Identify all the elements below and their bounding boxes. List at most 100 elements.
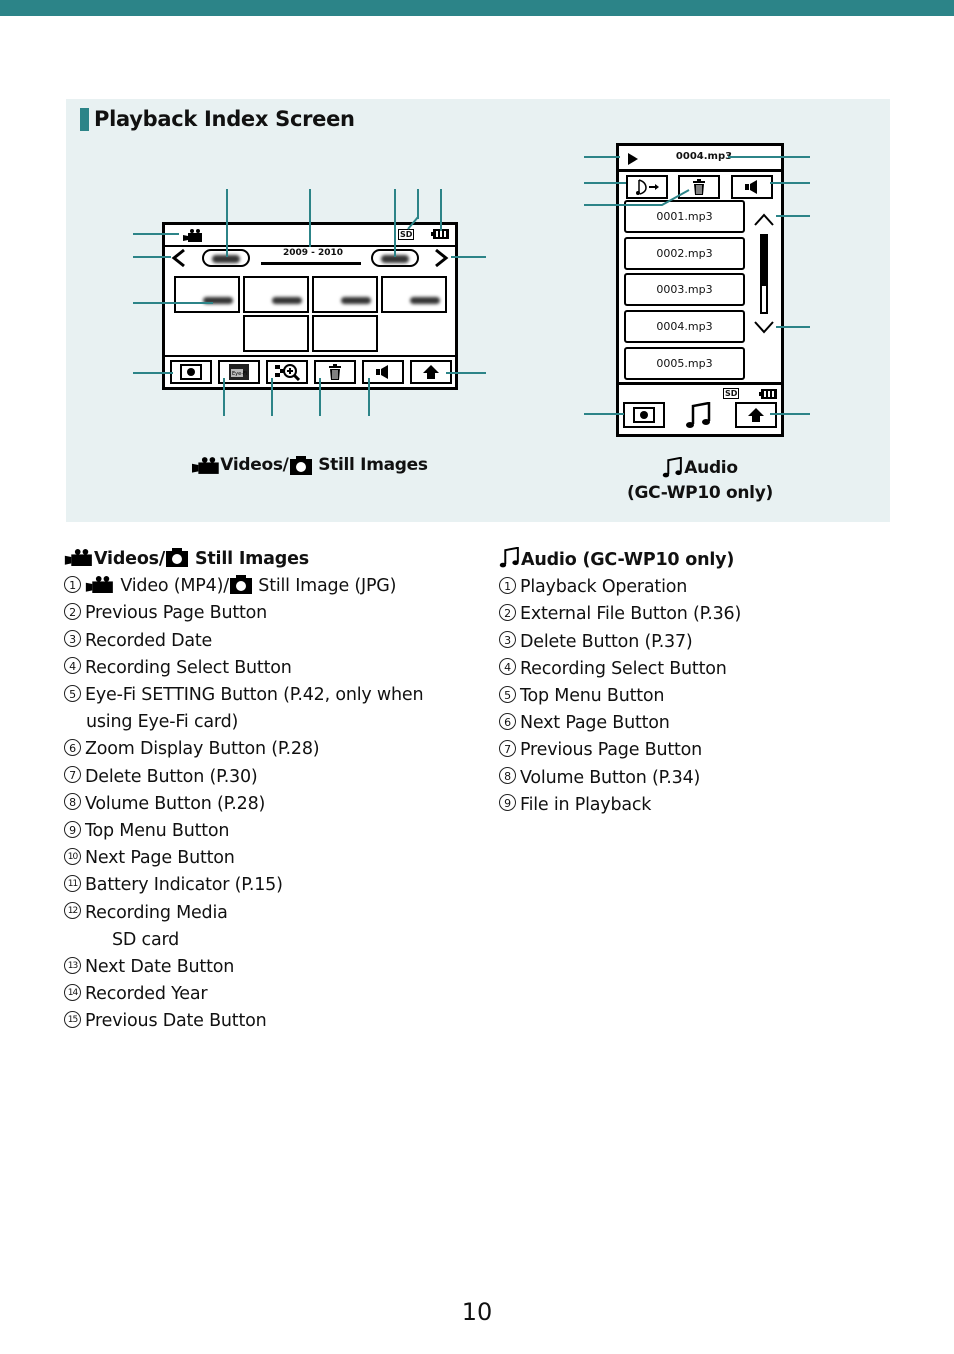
callout-line <box>584 156 620 158</box>
file-list-item[interactable]: 0003.mp3 <box>624 273 745 306</box>
item-number: 7 <box>499 739 516 757</box>
thumbnail[interactable] <box>381 276 447 313</box>
legend-item: 5 Top Menu Button <box>499 683 741 710</box>
sd-media-badge: SD <box>398 229 415 240</box>
file-list-item[interactable]: 0002.mp3 <box>624 237 745 270</box>
volume-button[interactable] <box>731 175 773 199</box>
file-list-item[interactable]: 0004.mp3 <box>624 310 745 343</box>
top-menu-button[interactable] <box>735 402 777 428</box>
music-note-icon <box>499 546 519 568</box>
still-camera-icon <box>289 456 312 475</box>
legend-item: 15 Previous Date Button <box>64 1008 423 1035</box>
item-number: 10 <box>64 847 81 865</box>
audio-legend-heading: Audio (GC-WP10 only) <box>499 546 741 574</box>
trash-icon <box>329 364 341 380</box>
callout-line <box>451 256 486 258</box>
item-number: 12 <box>64 902 81 920</box>
callout-line <box>133 256 171 258</box>
callout-line <box>770 182 810 184</box>
legend-item: 6 Next Page Button <box>499 710 741 737</box>
item-number: 6 <box>64 738 81 756</box>
legend-item: 1 Playback Operation <box>499 574 741 601</box>
music-note-icon <box>663 457 683 478</box>
eye-fi-icon: Eye-Fi <box>229 364 249 380</box>
thumbnail[interactable] <box>312 315 378 352</box>
file-list-item[interactable]: 0005.mp3 <box>624 347 745 380</box>
legend-item: 13 Next Date Button <box>64 954 423 981</box>
sd-media-badge: SD <box>723 388 740 399</box>
item-number: 15 <box>64 1010 81 1028</box>
section-title-text: Playback Index Screen <box>94 107 355 131</box>
speaker-icon <box>376 365 388 379</box>
legend-item: 8 Volume Button (P.28) <box>64 791 423 818</box>
scroll-down-icon[interactable] <box>753 321 775 335</box>
callout-line <box>319 378 321 416</box>
title-accent-bar <box>80 107 89 131</box>
callout-line <box>407 216 419 230</box>
legend-item-continuation: SD card <box>112 929 180 950</box>
play-icon[interactable] <box>627 153 639 165</box>
legend-item: 1 Video (MP4)/ Still Image (JPG) <box>64 573 423 600</box>
callout-line <box>394 189 396 257</box>
previous-page-icon[interactable] <box>171 248 187 268</box>
caption-videos-text: Videos/ <box>220 455 289 475</box>
caption-still-text: Still Images <box>318 455 428 475</box>
scrollbar[interactable] <box>760 234 768 314</box>
thumbnail[interactable] <box>243 315 309 352</box>
audio-caption: Audio (GC-WP10 only) <box>600 456 800 506</box>
item-number: 3 <box>64 630 81 648</box>
item-number: 6 <box>499 712 516 730</box>
scrollbar-thumb[interactable] <box>762 236 766 286</box>
record-button[interactable] <box>170 360 212 384</box>
item-number: 1 <box>499 576 516 594</box>
item-number: 8 <box>499 767 516 785</box>
item-number: 3 <box>499 631 516 649</box>
legend-item: 12 Recording Media <box>64 900 423 927</box>
video-legend: Videos/ Still Images 1 Video (MP4)/ Stil… <box>64 546 424 1036</box>
callout-line <box>446 372 486 374</box>
scroll-up-icon[interactable] <box>753 212 775 226</box>
record-button[interactable] <box>623 402 665 428</box>
home-icon <box>423 365 439 379</box>
item-number: 1 <box>64 575 81 593</box>
thumbnail[interactable] <box>243 276 309 313</box>
callout-line <box>226 189 228 257</box>
still-camera-icon <box>166 548 189 567</box>
next-page-icon[interactable] <box>433 248 449 268</box>
item-number: 8 <box>64 793 81 811</box>
thumbnail[interactable] <box>174 276 240 313</box>
video-caption: Videos/ Still Images <box>190 455 430 475</box>
callout-line <box>728 156 810 158</box>
thumbnail[interactable] <box>312 276 378 313</box>
divider <box>619 382 781 385</box>
item-number: 13 <box>64 956 81 974</box>
section-title: Playback Index Screen <box>80 107 355 131</box>
header-bar <box>0 0 954 16</box>
speaker-icon <box>745 180 757 194</box>
recorded-year-bar <box>261 262 361 265</box>
legend-item-continuation: using Eye-Fi card) <box>86 712 239 733</box>
legend-item: 8 Volume Button (P.34) <box>499 765 741 792</box>
item-number: 4 <box>64 657 81 675</box>
record-dot-icon <box>633 407 655 423</box>
item-number: 9 <box>499 794 516 812</box>
home-icon <box>748 408 764 422</box>
legend-item: 10 Next Page Button <box>64 845 423 872</box>
item-number: 7 <box>64 766 81 784</box>
item-number: 5 <box>499 685 516 703</box>
callout-line <box>417 189 419 219</box>
callout-line <box>776 326 810 328</box>
legend-item: 2 External File Button (P.36) <box>499 601 741 628</box>
zoom-display-icon <box>275 364 300 381</box>
divider <box>619 169 781 172</box>
caption-model-text: (GC-WP10 only) <box>627 483 773 503</box>
legend-item: 3 Recorded Date <box>64 628 423 655</box>
recorded-date: 2009 - 2010 <box>282 248 344 258</box>
legend-item: 9 File in Playback <box>499 792 741 819</box>
legend-item: 5 Eye-Fi SETTING Button (P.42, only when <box>64 682 424 709</box>
divider <box>165 355 455 357</box>
legend-item: 4 Recording Select Button <box>499 656 741 683</box>
video-camera-icon <box>183 229 202 242</box>
page-number: 10 <box>461 1298 493 1326</box>
item-number: 2 <box>499 603 516 621</box>
